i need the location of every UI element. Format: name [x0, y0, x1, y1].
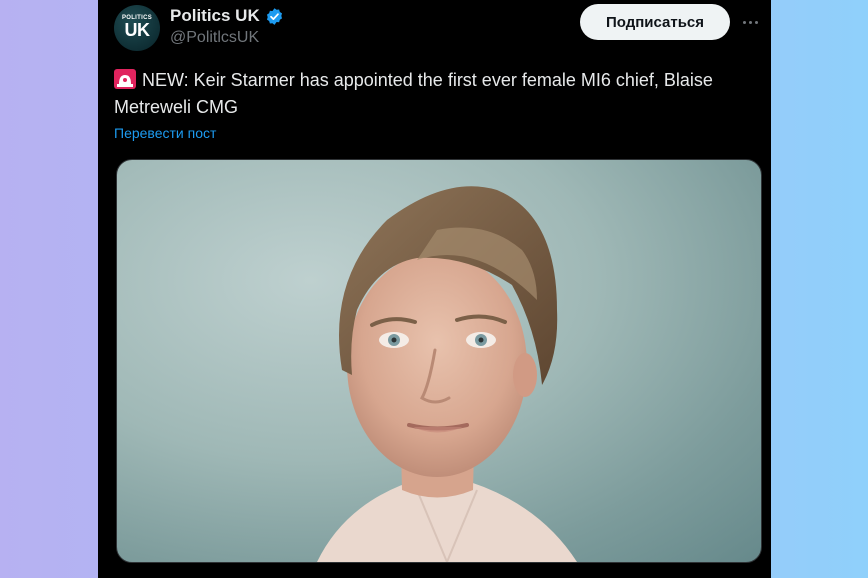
- more-horizontal-icon[interactable]: [740, 12, 760, 32]
- portrait-photo-illustration: [317, 186, 577, 562]
- tweet-text-container: NEW: Keir Starmer has appointed the firs…: [114, 67, 754, 121]
- verified-badge-icon: [265, 7, 284, 26]
- author-name-row: Politics UK: [170, 5, 284, 27]
- avatar-big-text: UK: [124, 20, 151, 40]
- tweet-media-photo[interactable]: [116, 159, 762, 563]
- subscribe-button[interactable]: Подписаться: [580, 4, 730, 40]
- tweet-text: NEW: Keir Starmer has appointed the firs…: [114, 70, 713, 117]
- author-display-name[interactable]: Politics UK: [170, 6, 260, 26]
- police-car-light-icon: [114, 69, 136, 89]
- author-handle[interactable]: @PolitlcsUK: [170, 29, 259, 47]
- author-avatar[interactable]: POLITICS UK: [114, 5, 160, 51]
- translate-post-link[interactable]: Перевести пост: [114, 125, 216, 141]
- tweet-card: POLITICS UK Politics UK @PolitlcsUK Подп…: [98, 0, 771, 578]
